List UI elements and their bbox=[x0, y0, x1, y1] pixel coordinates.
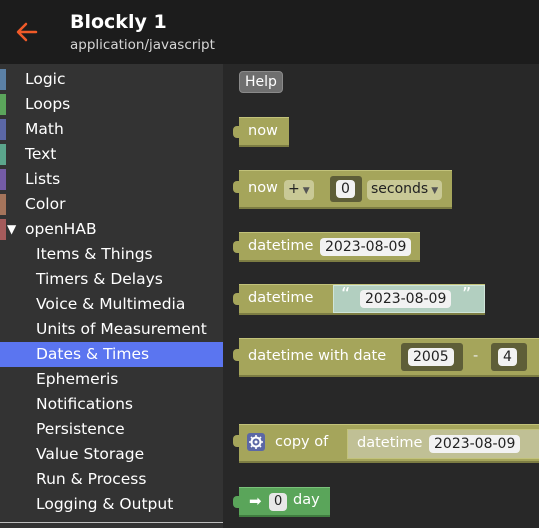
block-label: datetime with date bbox=[248, 348, 387, 364]
duration-arrow-icon: ➡ bbox=[249, 492, 262, 510]
date-separator: - bbox=[473, 348, 479, 364]
toolbox-category-loops[interactable]: Loops bbox=[0, 92, 223, 117]
duration-unit-label: day bbox=[293, 492, 320, 508]
toolbox-subcategory-dates-times[interactable]: Dates & Times bbox=[0, 342, 223, 367]
block-copy-of[interactable]: copy of datetime 2023-08-09 bbox=[233, 424, 539, 463]
block-now-plus[interactable]: now + ▼ 0 seconds ▼ bbox=[233, 170, 452, 209]
toolbox: Logic Loops Math Text Lists Color ▼ open… bbox=[0, 64, 223, 528]
toolbox-category-openhab[interactable]: ▼ openHAB bbox=[0, 217, 223, 242]
app-header: Blockly 1 application/javascript bbox=[0, 0, 539, 64]
unit-dropdown[interactable]: seconds ▼ bbox=[367, 180, 443, 200]
blockly-flyout: Help now now + ▼ 0 seconds ▼ datetime 2023… bbox=[223, 64, 539, 528]
open-quote-icon: “ bbox=[341, 284, 351, 305]
toolbox-category-lists[interactable]: Lists bbox=[0, 167, 223, 192]
block-label: copy of bbox=[275, 434, 329, 450]
inner-datetime-block[interactable]: datetime 2023-08-09 bbox=[347, 429, 539, 459]
month-field[interactable]: 4 bbox=[498, 348, 517, 366]
block-label: now bbox=[248, 180, 278, 196]
toolbox-subcategory-run-process[interactable]: Run & Process bbox=[0, 467, 223, 492]
back-arrow-icon[interactable] bbox=[14, 18, 40, 46]
page-subtitle: application/javascript bbox=[70, 37, 215, 53]
amount-field[interactable]: 0 bbox=[336, 180, 355, 198]
year-field[interactable]: 2005 bbox=[408, 348, 454, 366]
toolbox-category-logic[interactable]: Logic bbox=[0, 67, 223, 92]
block-label: datetime bbox=[248, 290, 314, 306]
category-color-swatch bbox=[0, 94, 6, 115]
category-color-swatch bbox=[0, 194, 6, 215]
toolbox-subcategory-ephemeris[interactable]: Ephemeris bbox=[0, 367, 223, 392]
category-color-swatch bbox=[0, 119, 6, 140]
toolbox-subcategory-units-of-measurement[interactable]: Units of Measurement bbox=[0, 317, 223, 342]
toolbox-subcategory-timers-delays[interactable]: Timers & Delays bbox=[0, 267, 223, 292]
block-now[interactable]: now bbox=[233, 117, 289, 147]
dropdown-arrow-icon: ▼ bbox=[302, 186, 310, 196]
block-datetime-text[interactable]: datetime “ 2023-08-09 ” bbox=[233, 284, 485, 315]
close-quote-icon: ” bbox=[462, 284, 472, 305]
expand-caret-icon[interactable]: ▼ bbox=[7, 217, 16, 242]
toolbox-subcategory-notifications[interactable]: Notifications bbox=[0, 392, 223, 417]
toolbox-subcategory-voice-multimedia[interactable]: Voice & Multimedia bbox=[0, 292, 223, 317]
toolbox-subcategory-persistence[interactable]: Persistence bbox=[0, 417, 223, 442]
help-button[interactable]: Help bbox=[239, 71, 283, 93]
category-color-swatch bbox=[0, 69, 6, 90]
category-color-swatch bbox=[0, 144, 6, 165]
block-datetime-with-date[interactable]: datetime with date 2005 - 4 bbox=[233, 338, 539, 377]
page-title: Blockly 1 bbox=[70, 11, 167, 33]
text-field[interactable]: 2023-08-09 bbox=[360, 290, 452, 308]
operator-dropdown[interactable]: + ▼ bbox=[284, 180, 314, 200]
toolbox-category-text[interactable]: Text bbox=[0, 142, 223, 167]
block-label: datetime bbox=[357, 435, 423, 451]
block-datetime[interactable]: datetime 2023-08-09 bbox=[233, 232, 420, 262]
toolbox-subcategory-logging-output[interactable]: Logging & Output bbox=[0, 492, 223, 517]
duration-amount-field[interactable]: 0 bbox=[269, 493, 288, 511]
datetime-field[interactable]: 2023-08-09 bbox=[320, 238, 412, 256]
toolbox-divider bbox=[0, 522, 223, 523]
block-label: datetime bbox=[248, 238, 314, 254]
datetime-field[interactable]: 2023-08-09 bbox=[429, 435, 521, 453]
toolbox-subcategory-value-storage[interactable]: Value Storage bbox=[0, 442, 223, 467]
category-color-swatch bbox=[0, 169, 6, 190]
toolbox-category-color[interactable]: Color bbox=[0, 192, 223, 217]
category-color-swatch bbox=[0, 219, 6, 240]
block-duration[interactable]: ➡ 0 day bbox=[233, 487, 330, 517]
gear-icon[interactable] bbox=[247, 433, 265, 451]
toolbox-subcategory-items-things[interactable]: Items & Things bbox=[0, 242, 223, 267]
block-label: now bbox=[248, 123, 278, 139]
text-input-block[interactable]: “ 2023-08-09 ” bbox=[333, 284, 485, 313]
dropdown-arrow-icon: ▼ bbox=[431, 186, 439, 196]
toolbox-category-math[interactable]: Math bbox=[0, 117, 223, 142]
